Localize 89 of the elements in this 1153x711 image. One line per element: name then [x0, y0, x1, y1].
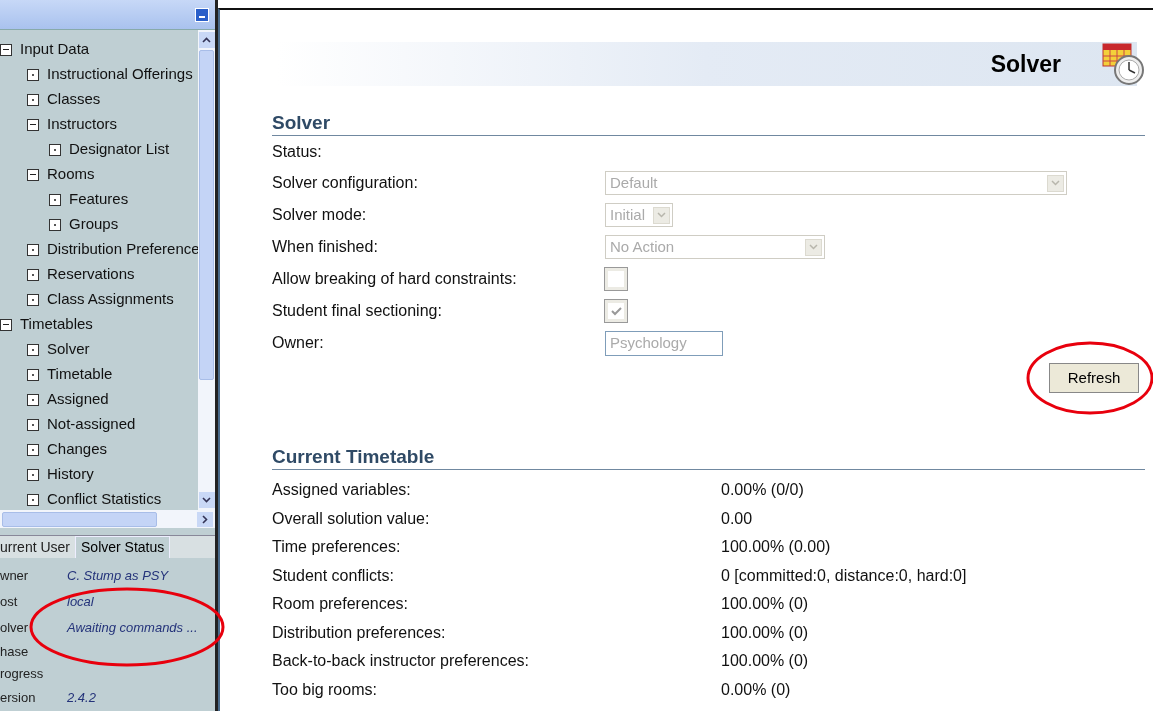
- refresh-button[interactable]: Refresh: [1049, 363, 1139, 393]
- scroll-thumb[interactable]: [2, 511, 157, 527]
- dropdown-caret-icon: [653, 206, 670, 224]
- stat-label: Distribution preferences:: [272, 622, 447, 643]
- status-label: rogress: [0, 665, 45, 684]
- scroll-thumb[interactable]: [199, 50, 214, 380]
- collapse-icon[interactable]: [0, 43, 12, 56]
- calendar-clock-icon: [1101, 42, 1147, 86]
- tree-item[interactable]: Timetables: [20, 313, 93, 336]
- stat-label: Too big rooms:: [272, 679, 378, 700]
- leaf-node-icon: [27, 243, 39, 256]
- leaf-node-icon: [27, 68, 39, 81]
- stat-value: 0.00% (0/0): [721, 480, 804, 501]
- section-heading: Current Timetable: [272, 446, 1145, 470]
- stat-label: Back-to-back instructor preferences:: [272, 651, 530, 672]
- stat-value: 100.00% (0.00): [721, 537, 831, 558]
- vertical-scrollbar[interactable]: [198, 30, 215, 510]
- leaf-node-icon: [27, 468, 39, 481]
- stat-value: 100.00% (0): [721, 594, 809, 615]
- stat-label: Room preferences:: [272, 594, 410, 615]
- tree-item[interactable]: Changes: [47, 438, 108, 461]
- leaf-node-icon: [27, 418, 39, 431]
- stat-label: Overall solution value:: [272, 508, 431, 529]
- leaf-node-icon: [27, 93, 39, 106]
- field-label: Solver mode:: [272, 205, 368, 225]
- tree-item[interactable]: Groups: [69, 213, 119, 236]
- tree-item[interactable]: Classes: [47, 88, 101, 111]
- status-label: ersion: [0, 689, 37, 708]
- minimize-icon[interactable]: [195, 7, 209, 22]
- tree-item[interactable]: Reservations: [47, 263, 135, 286]
- tree-item[interactable]: Rooms: [47, 163, 95, 186]
- tree-item[interactable]: History: [47, 463, 94, 486]
- status-value: Awaiting commands ...: [67, 619, 198, 638]
- tree-item[interactable]: Instructors: [47, 113, 118, 136]
- section-heading: Solver: [272, 112, 1145, 136]
- checkmark-icon: [610, 306, 622, 316]
- stat-label: Student conflicts:: [272, 565, 395, 586]
- tree-item[interactable]: Assigned: [47, 388, 109, 411]
- scroll-up-icon[interactable]: [198, 32, 215, 48]
- tree-item[interactable]: Conflict Statistics: [47, 488, 162, 510]
- field-label: Student final sectioning:: [272, 301, 443, 321]
- field-label: Status:: [272, 142, 323, 162]
- collapse-icon[interactable]: [27, 168, 39, 181]
- leaf-node-icon: [49, 143, 61, 156]
- leaf-node-icon: [27, 293, 39, 306]
- status-value: 2.4.2: [67, 689, 96, 708]
- leaf-node-icon: [27, 268, 39, 281]
- tree-item[interactable]: Solver: [47, 338, 90, 361]
- status-label: ost: [0, 593, 19, 612]
- collapse-icon[interactable]: [27, 118, 39, 131]
- status-value: C. Stump as PSY: [67, 567, 169, 586]
- leaf-node-icon: [27, 493, 39, 506]
- dropdown-caret-icon: [1047, 174, 1064, 192]
- tree-item[interactable]: Designator List: [69, 138, 170, 161]
- horizontal-scrollbar[interactable]: [0, 510, 215, 528]
- dropdown-caret-icon: [805, 238, 822, 256]
- leaf-node-icon: [49, 193, 61, 206]
- tree-item[interactable]: Timetable: [47, 363, 113, 386]
- status-value: local: [67, 593, 94, 612]
- leaf-node-icon: [27, 343, 39, 356]
- tree-item[interactable]: Features: [69, 188, 129, 211]
- status-label: olver: [0, 619, 30, 638]
- field-label: When finished:: [272, 237, 379, 257]
- tree-item[interactable]: Input Data: [20, 38, 90, 61]
- stat-label: Time preferences:: [272, 537, 402, 558]
- stat-label: Assigned variables:: [272, 480, 412, 501]
- stat-value: 0.00% (0): [721, 679, 791, 700]
- tree-item[interactable]: Not-assigned: [47, 413, 136, 436]
- field-label: Allow breaking of hard constraints:: [272, 269, 518, 289]
- leaf-node-icon: [27, 443, 39, 456]
- page-title: Solver: [990, 49, 1061, 79]
- status-label: hase: [0, 643, 30, 662]
- stat-value: 0.00: [721, 508, 753, 529]
- tree-item[interactable]: Distribution Preference: [47, 238, 198, 261]
- stat-value: 100.00% (0): [721, 622, 809, 643]
- status-label: wner: [0, 567, 30, 586]
- field-label: Solver configuration:: [272, 173, 419, 193]
- leaf-node-icon: [27, 393, 39, 406]
- field-label: Owner:: [272, 333, 325, 353]
- stat-value: 100.00% (0): [721, 651, 809, 672]
- panel-tab[interactable]: Solver Status: [75, 536, 171, 558]
- collapse-icon[interactable]: [0, 318, 12, 331]
- tree-item[interactable]: Class Assignments: [47, 288, 174, 311]
- stat-value: 0 [committed:0, distance:0, hard:0]: [721, 565, 967, 586]
- leaf-node-icon: [27, 368, 39, 381]
- tree-item[interactable]: Instructional Offerings: [47, 63, 193, 86]
- scroll-right-icon[interactable]: [197, 511, 213, 527]
- leaf-node-icon: [49, 218, 61, 231]
- scroll-down-icon[interactable]: [198, 492, 215, 508]
